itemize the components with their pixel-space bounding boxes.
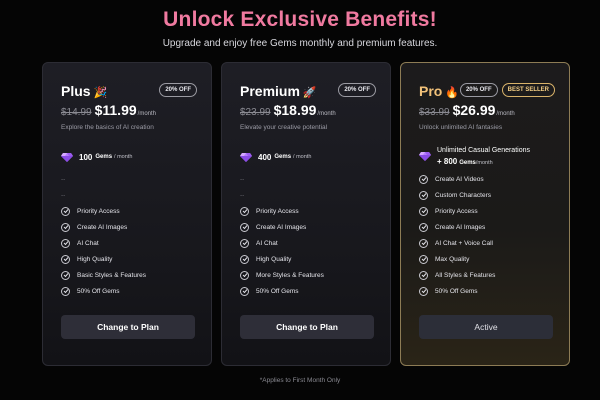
original-price: $33.99 bbox=[419, 107, 450, 118]
rocket-emoji-icon: 🚀 bbox=[302, 87, 317, 99]
check-circle-icon bbox=[61, 206, 70, 216]
feature-item: Max Quality bbox=[419, 251, 495, 267]
feature-item: 50% Off Gems bbox=[61, 283, 146, 299]
gems-label: Gems bbox=[274, 154, 292, 160]
current-price: $11.99 bbox=[94, 102, 137, 118]
feature-list: Create AI Videos Custom Characters Prior… bbox=[419, 171, 495, 299]
footnote: *Applies to First Month Only bbox=[259, 377, 341, 384]
price-row: $23.99 $18.99 /month bbox=[240, 102, 336, 118]
feature-item: AI Chat + Voice Call bbox=[419, 235, 495, 251]
discount-badge: 20% OFF bbox=[459, 83, 498, 97]
plan-description: Unlock unlimited AI fantasies bbox=[419, 124, 503, 131]
feature-placeholder: -- bbox=[240, 175, 245, 183]
current-price: $26.99 bbox=[452, 102, 496, 118]
plan-name: Premium 🚀 bbox=[240, 83, 317, 99]
party-emoji-icon: 🎉 bbox=[93, 87, 108, 99]
fire-emoji-icon: 🔥 bbox=[445, 87, 460, 99]
plan-card-premium: Premium 🚀 20% OFF $23.99 $18.99 /month El… bbox=[221, 62, 391, 366]
check-circle-icon bbox=[240, 270, 249, 280]
check-circle-icon bbox=[419, 270, 428, 280]
gems-allowance: Unlimited Casual Generations + 800 Gems/… bbox=[419, 145, 530, 169]
plan-name: Pro 🔥 bbox=[419, 83, 460, 99]
feature-item: Create AI Images bbox=[419, 219, 495, 235]
change-plan-button[interactable]: Change to Plan bbox=[240, 315, 374, 339]
check-circle-icon bbox=[61, 286, 70, 296]
plan-card-pro: Pro 🔥 20% OFF BEST SELLER $33.99 $26.99 /… bbox=[400, 62, 570, 366]
feature-placeholder: -- bbox=[61, 175, 66, 183]
feature-item: Custom Characters bbox=[419, 187, 495, 203]
current-price: $18.99 bbox=[273, 102, 317, 118]
active-plan-button[interactable]: Active bbox=[419, 315, 553, 339]
check-circle-icon bbox=[61, 270, 70, 280]
badge-group: 20% OFF bbox=[159, 83, 197, 97]
gems-bonus: + 800 Gems/month bbox=[437, 157, 493, 166]
gem-icon bbox=[61, 153, 73, 162]
feature-item: AI Chat bbox=[240, 235, 324, 251]
check-circle-icon bbox=[240, 254, 249, 264]
gems-amount: 100 bbox=[79, 152, 93, 162]
feature-item: Create AI Images bbox=[240, 219, 324, 235]
feature-item: Create AI Videos bbox=[419, 171, 495, 187]
gems-allowance: 100 Gems / month bbox=[61, 151, 132, 163]
check-circle-icon bbox=[61, 254, 70, 264]
check-circle-icon bbox=[419, 238, 428, 248]
check-circle-icon bbox=[419, 206, 428, 216]
original-price: $14.99 bbox=[61, 107, 92, 118]
unlimited-generations-label: Unlimited Casual Generations bbox=[437, 147, 530, 154]
feature-item: More Styles & Features bbox=[240, 267, 324, 283]
check-circle-icon bbox=[419, 190, 428, 200]
page-subtitle: Upgrade and enjoy free Gems monthly and … bbox=[162, 38, 438, 49]
gems-allowance: 400 Gems / month bbox=[240, 151, 311, 163]
check-circle-icon bbox=[419, 222, 428, 232]
change-plan-button[interactable]: Change to Plan bbox=[61, 315, 195, 339]
price-period: /month bbox=[137, 111, 156, 117]
gems-amount: 400 bbox=[258, 152, 272, 162]
price-row: $14.99 $11.99 /month bbox=[61, 102, 156, 118]
feature-item: Priority Access bbox=[240, 203, 324, 219]
plan-description: Elevate your creative potential bbox=[240, 124, 328, 131]
feature-list: -- -- Priority Access Create AI Images A… bbox=[240, 171, 324, 299]
check-circle-icon bbox=[240, 222, 249, 232]
discount-badge: 20% OFF bbox=[159, 83, 197, 97]
best-seller-badge: BEST SELLER bbox=[501, 83, 555, 97]
price-row: $33.99 $26.99 /month bbox=[419, 102, 515, 118]
feature-item: High Quality bbox=[240, 251, 324, 267]
check-circle-icon bbox=[419, 286, 428, 296]
check-circle-icon bbox=[240, 238, 249, 248]
check-circle-icon bbox=[240, 206, 249, 216]
feature-item: Priority Access bbox=[419, 203, 495, 219]
check-circle-icon bbox=[419, 254, 428, 264]
check-circle-icon bbox=[419, 174, 428, 184]
feature-item: Priority Access bbox=[61, 203, 146, 219]
feature-item: Basic Styles & Features bbox=[61, 267, 146, 283]
discount-badge: 20% OFF bbox=[338, 83, 376, 97]
feature-item: 50% Off Gems bbox=[240, 283, 324, 299]
feature-item: AI Chat bbox=[61, 235, 146, 251]
badge-group: 20% OFF bbox=[338, 83, 376, 97]
check-circle-icon bbox=[61, 222, 70, 232]
check-circle-icon bbox=[240, 286, 249, 296]
gem-icon bbox=[419, 152, 431, 161]
feature-placeholder: -- bbox=[61, 191, 66, 199]
feature-item: High Quality bbox=[61, 251, 146, 267]
plan-name: Plus 🎉 bbox=[61, 83, 108, 99]
original-price: $23.99 bbox=[240, 107, 271, 118]
feature-list: -- -- Priority Access Create AI Images A… bbox=[61, 171, 146, 299]
gem-icon bbox=[240, 153, 252, 162]
feature-item: All Styles & Features bbox=[419, 267, 495, 283]
plan-description: Explore the basics of AI creation bbox=[61, 124, 154, 131]
price-period: /month bbox=[496, 111, 515, 117]
check-circle-icon bbox=[61, 238, 70, 248]
gems-period: / month bbox=[293, 154, 312, 160]
badge-group: 20% OFF BEST SELLER bbox=[459, 83, 555, 97]
feature-item: 50% Off Gems bbox=[419, 283, 495, 299]
page-title: Unlock Exclusive Benefits! bbox=[163, 8, 437, 31]
gems-period: / month bbox=[114, 154, 133, 160]
price-period: /month bbox=[317, 111, 336, 117]
feature-placeholder: -- bbox=[240, 191, 245, 199]
gems-label: Gems bbox=[95, 154, 113, 160]
plan-card-plus: Plus 🎉 20% OFF $14.99 $11.99 /month Explo… bbox=[42, 62, 212, 366]
feature-item: Create AI Images bbox=[61, 219, 146, 235]
